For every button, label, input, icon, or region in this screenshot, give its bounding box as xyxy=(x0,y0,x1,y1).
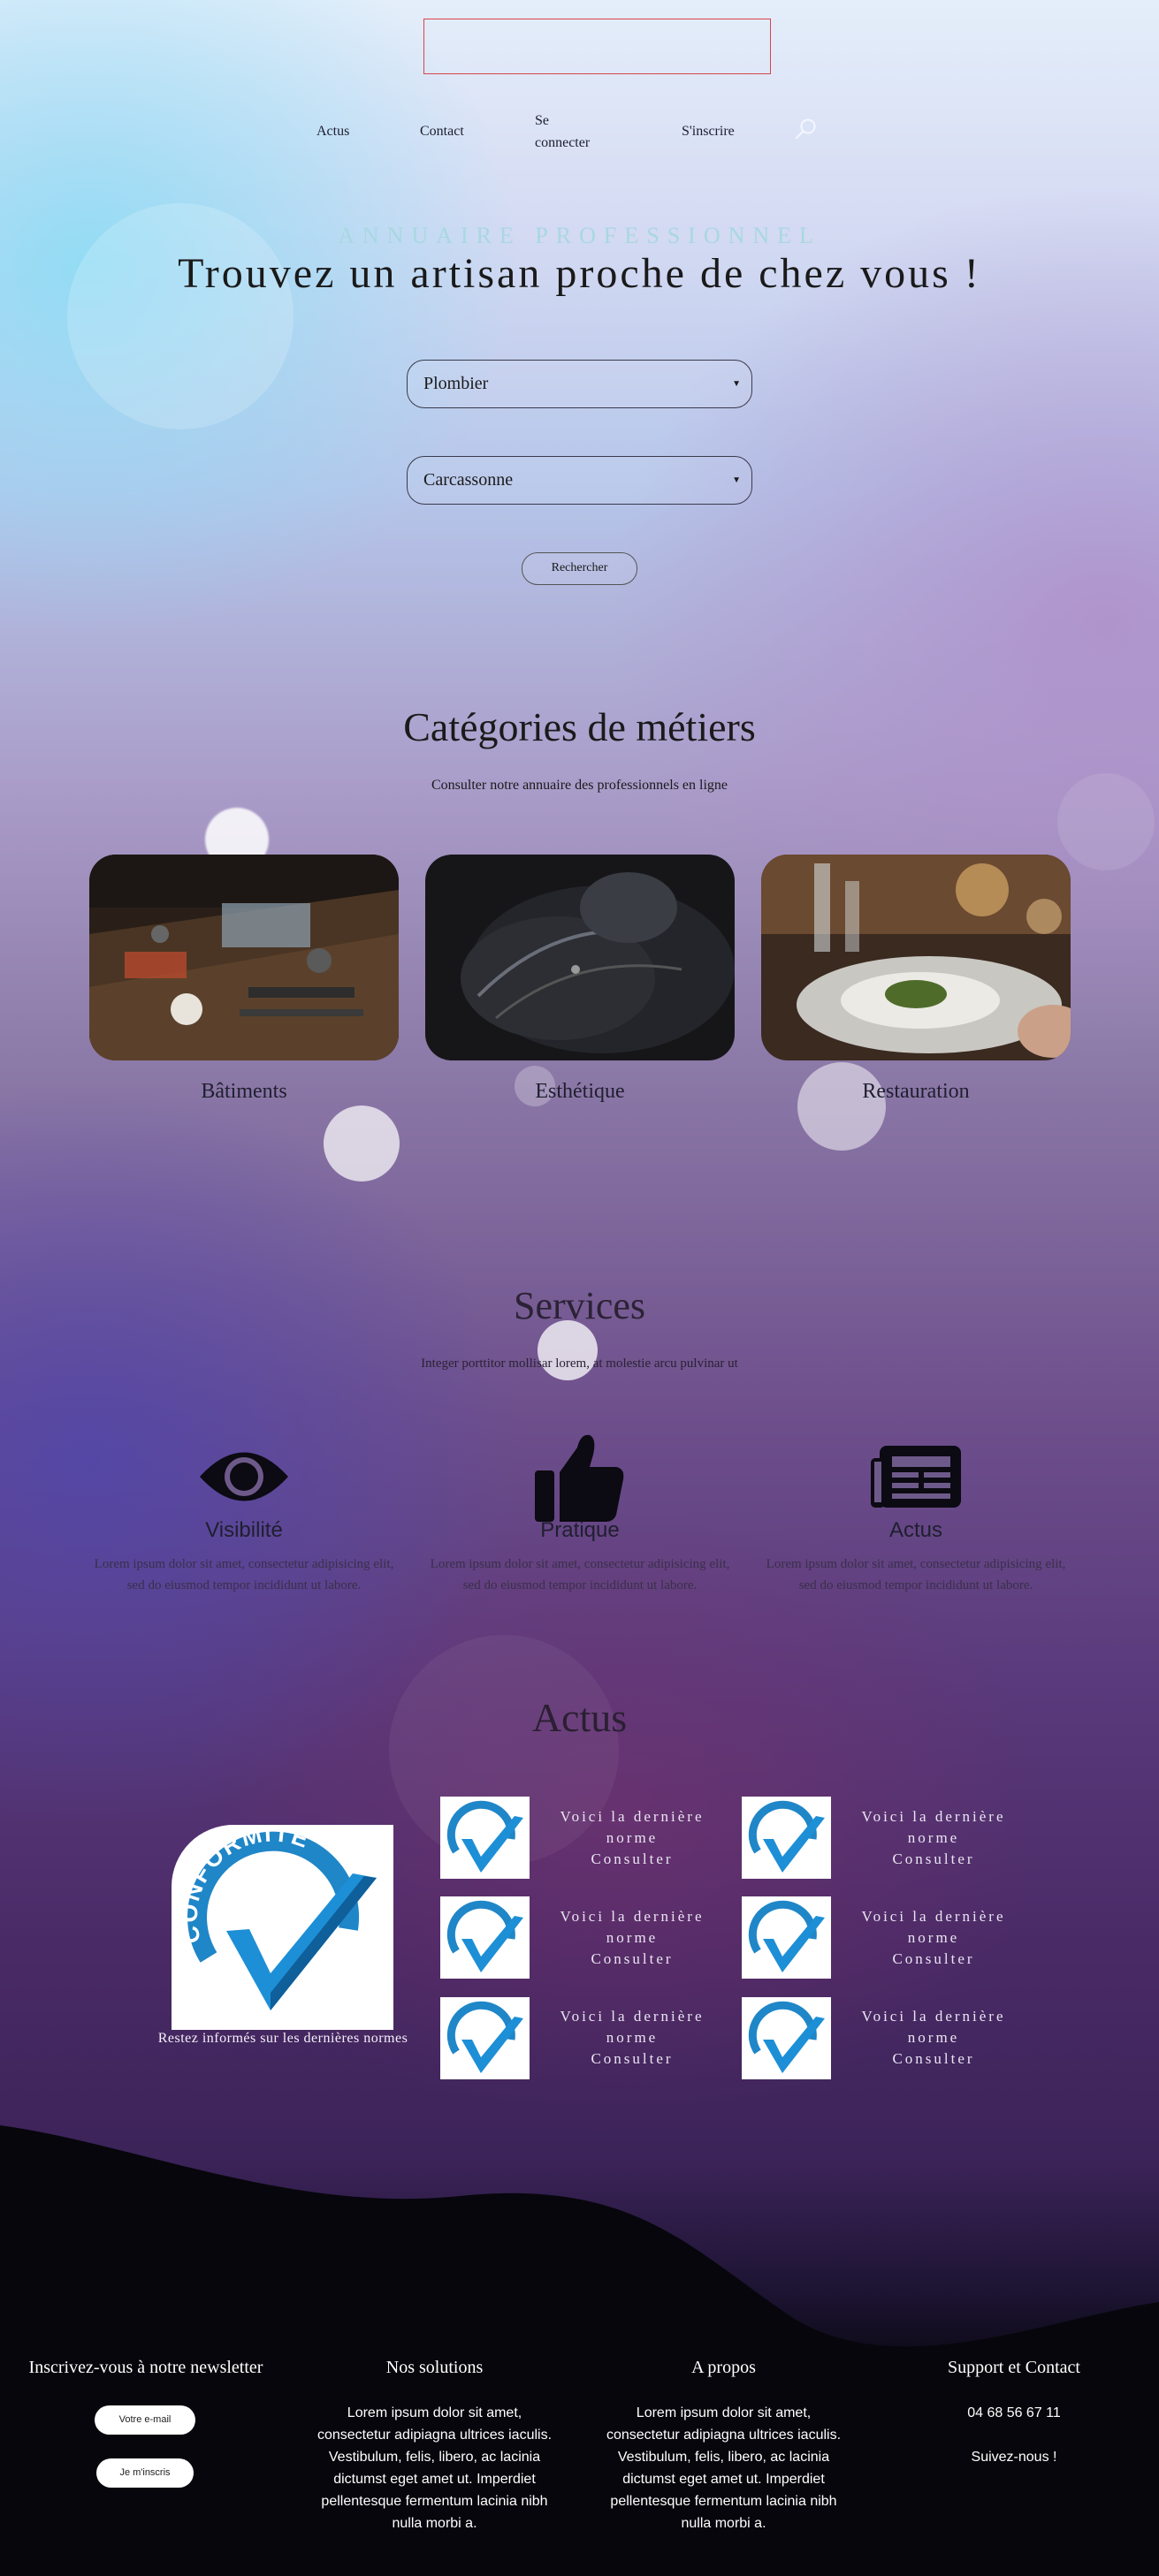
news-thumbnail[interactable] xyxy=(742,1997,831,2079)
category-label: Bâtiments xyxy=(201,1080,287,1103)
category-card-restauration[interactable] xyxy=(761,855,1071,1060)
news-headline: Voici la dernière xyxy=(861,1908,1006,1925)
news-item: Voici la dernière norme Consulter xyxy=(548,2006,716,2070)
conformite-check-icon xyxy=(446,2001,523,2073)
svg-text:CONFORMITÉ: CONFORMITÉ xyxy=(176,1825,314,1946)
footer-solutions-text: Lorem ipsum dolor sit amet, consectetur … xyxy=(316,2405,553,2531)
actus-title: Actus xyxy=(531,1695,628,1740)
news-consult-link[interactable]: Consulter xyxy=(850,2048,1018,2070)
footer-newsletter-title: Inscrivez-vous à notre newsletter xyxy=(28,2358,263,2377)
service-text: Lorem ipsum dolor sit amet, consectetur … xyxy=(430,1557,730,1592)
news-headline: Voici la dernière xyxy=(560,1908,705,1925)
conformite-check-icon xyxy=(748,2001,825,2073)
feature-caption: Restez informés sur les dernières normes xyxy=(157,2031,408,2046)
conformite-check-icon xyxy=(446,1900,523,1972)
news-headline: Voici la dernière xyxy=(560,1808,705,1825)
news-headline-cont: norme xyxy=(907,2029,960,2046)
news-headline: Voici la dernière xyxy=(861,1808,1006,1825)
news-headline-cont: norme xyxy=(606,2029,659,2046)
footer-support-title: Support et Contact xyxy=(948,2358,1080,2377)
restaurant-image xyxy=(761,855,1071,1060)
conformite-check-icon: CONFORMITÉ xyxy=(176,1825,377,2010)
search-icon[interactable] xyxy=(794,117,819,141)
newsletter-email-input[interactable]: Votre e-mail xyxy=(95,2405,195,2435)
news-thumbnail[interactable] xyxy=(742,1896,831,1979)
news-thumbnail[interactable] xyxy=(742,1797,831,1879)
service-title: Visibilité xyxy=(205,1518,283,1542)
chevron-down-icon: ▼ xyxy=(732,379,741,389)
trade-select[interactable]: Plombier ▼ xyxy=(407,360,752,408)
bokeh-bubble xyxy=(797,1062,886,1151)
service-title: Actus xyxy=(888,1518,943,1542)
footer-about-title: A propos xyxy=(691,2358,756,2377)
news-thumbnail[interactable] xyxy=(440,1896,530,1979)
footer-about-text: Lorem ipsum dolor sit amet, consectetur … xyxy=(606,2405,842,2531)
city-select[interactable]: Carcassonne ▼ xyxy=(407,456,752,505)
news-item: Voici la dernière norme Consulter xyxy=(850,1806,1018,1870)
conformite-check-icon xyxy=(748,1900,825,1972)
categories-title: Catégories de métiers xyxy=(403,704,756,749)
feature-conformite-badge[interactable]: CONFORMITÉ xyxy=(172,1825,393,2030)
service-title: Pratique xyxy=(540,1518,620,1542)
conformite-check-icon xyxy=(748,1800,825,1873)
news-item: Voici la dernière norme Consulter xyxy=(850,2006,1018,2070)
conformite-check-icon xyxy=(446,1800,523,1873)
nav-item-actus[interactable]: Actus xyxy=(316,120,349,142)
news-thumbnail[interactable] xyxy=(440,1797,530,1879)
service-text: Lorem ipsum dolor sit amet, consectetur … xyxy=(766,1557,1066,1592)
conformite-badge-text: CONFORMITÉ xyxy=(176,1825,312,1946)
eye-icon xyxy=(200,1452,288,1501)
nav-item-se-connecter[interactable]: Se connecter xyxy=(535,110,606,154)
news-headline: Voici la dernière xyxy=(560,2008,705,2025)
services-title: Services xyxy=(513,1284,646,1327)
hero-kicker: ANNUAIRE PROFESSIONNEL xyxy=(338,223,821,248)
site-logo-placeholder[interactable] xyxy=(423,19,771,74)
news-consult-link[interactable]: Consulter xyxy=(548,2048,716,2070)
categories-subtitle: Consulter notre annuaire des professionn… xyxy=(431,778,728,793)
news-headline: Voici la dernière xyxy=(861,2008,1006,2025)
footer-wave xyxy=(0,2125,1159,2576)
news-consult-link[interactable]: Consulter xyxy=(548,1849,716,1870)
news-headline-cont: norme xyxy=(606,1929,659,1946)
beauty-tools-image xyxy=(425,855,735,1060)
chevron-down-icon: ▼ xyxy=(732,475,741,485)
footer-phone[interactable]: 04 68 56 67 11 xyxy=(884,2402,1144,2424)
search-button[interactable]: Rechercher xyxy=(522,552,637,585)
news-thumbnail[interactable] xyxy=(440,1997,530,2079)
news-headline-cont: norme xyxy=(606,1829,659,1846)
hero-title: Trouvez un artisan proche de chez vous ! xyxy=(178,250,981,297)
workshop-image xyxy=(89,855,399,1060)
category-card-batiments[interactable] xyxy=(89,855,399,1060)
bokeh-bubble xyxy=(324,1106,400,1182)
news-consult-link[interactable]: Consulter xyxy=(548,1949,716,1970)
news-consult-link[interactable]: Consulter xyxy=(850,1949,1018,1970)
category-label: Esthétique xyxy=(535,1080,625,1103)
newsletter-subscribe-button[interactable]: Je m'inscris xyxy=(96,2458,194,2488)
footer-follow-us: Suivez-nous ! xyxy=(971,2450,1057,2465)
category-card-esthetique[interactable] xyxy=(425,855,735,1060)
news-item: Voici la dernière norme Consulter xyxy=(850,1906,1018,1970)
nav-item-contact[interactable]: Contact xyxy=(420,120,464,142)
footer-solutions-title: Nos solutions xyxy=(385,2358,484,2377)
trade-select-value: Plombier xyxy=(423,374,489,393)
newspaper-icon xyxy=(871,1446,961,1508)
news-item: Voici la dernière norme Consulter xyxy=(548,1806,716,1870)
news-headline-cont: norme xyxy=(907,1929,960,1946)
news-item: Voici la dernière norme Consulter xyxy=(548,1906,716,1970)
nav-item-s-inscrire[interactable]: S'inscrire xyxy=(682,120,735,142)
thumbs-up-icon xyxy=(535,1434,624,1522)
category-label: Restauration xyxy=(862,1080,970,1103)
news-headline-cont: norme xyxy=(907,1829,960,1846)
city-select-value: Carcassonne xyxy=(423,470,514,490)
news-consult-link[interactable]: Consulter xyxy=(850,1849,1018,1870)
services-subtitle: Integer porttitor mollisar lorem, at mol… xyxy=(421,1356,738,1371)
service-text: Lorem ipsum dolor sit amet, consectetur … xyxy=(94,1557,394,1592)
